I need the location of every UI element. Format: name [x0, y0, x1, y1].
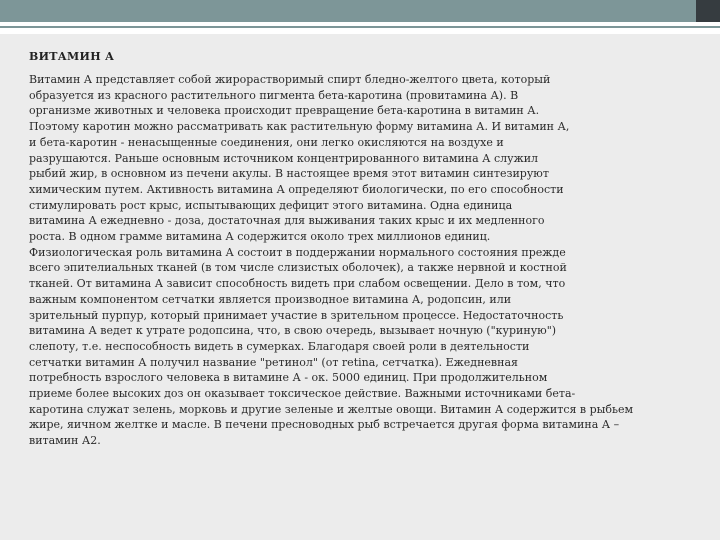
header-band: [0, 0, 720, 22]
text-line: зрительный пурпур, который принимает уча…: [29, 308, 564, 322]
page-title: ВИТАМИН А: [29, 50, 115, 63]
text-line: всего эпителиальных тканей (в том числе …: [29, 261, 567, 275]
header-band-dark-block: [696, 0, 720, 22]
text-line: организме животных и человека происходит…: [29, 104, 540, 118]
text-line: Физиологическая роль витамина А состоит …: [29, 245, 566, 259]
text-line: слепоту, т.е. неспособность видеть в сум…: [29, 339, 530, 353]
text-line: витамин А2.: [29, 434, 101, 448]
text-line: витамина А ежедневно - доза, достаточная…: [29, 214, 545, 228]
text-line: витамина А ведет к утрате родопсина, что…: [29, 324, 557, 338]
header-bar: [0, 0, 720, 34]
text-line: рыбий жир, в основном из печени акулы. В…: [29, 167, 549, 181]
text-line: важным компонентом сетчатки является про…: [29, 292, 512, 306]
text-line: каротина служат зелень, морковь и другие…: [29, 402, 634, 416]
text-line: потребность взрослого человека в витамин…: [29, 371, 548, 385]
text-line: стимулировать рост крыс, испытывающих де…: [29, 198, 513, 212]
text-line: роста. В одном грамме витамина А содержи…: [29, 230, 491, 244]
text-line: тканей. От витамина А зависит способност…: [29, 277, 566, 291]
text-line: разрушаются. Раньше основным источником …: [29, 151, 539, 165]
body-paragraph: Витамин А представляет собой жирораствор…: [29, 72, 719, 449]
text-line: сетчатки витамин А получил название "рет…: [29, 355, 518, 369]
text-line: химическим путем. Активность витамина А …: [29, 182, 564, 196]
text-line: жире, яичном желтке и масле. В печени пр…: [29, 418, 620, 432]
text-line: образуется из красного растительного пиг…: [29, 88, 519, 102]
text-line: Витамин А представляет собой жирораствор…: [29, 73, 551, 86]
text-line: и бета-каротин - ненасыщенные соединения…: [29, 135, 504, 149]
text-line: Поэтому каротин можно рассматривать как …: [29, 120, 570, 134]
header-thin-line: [0, 26, 720, 28]
text-line: приеме более высоких доз он оказывает то…: [29, 387, 576, 401]
